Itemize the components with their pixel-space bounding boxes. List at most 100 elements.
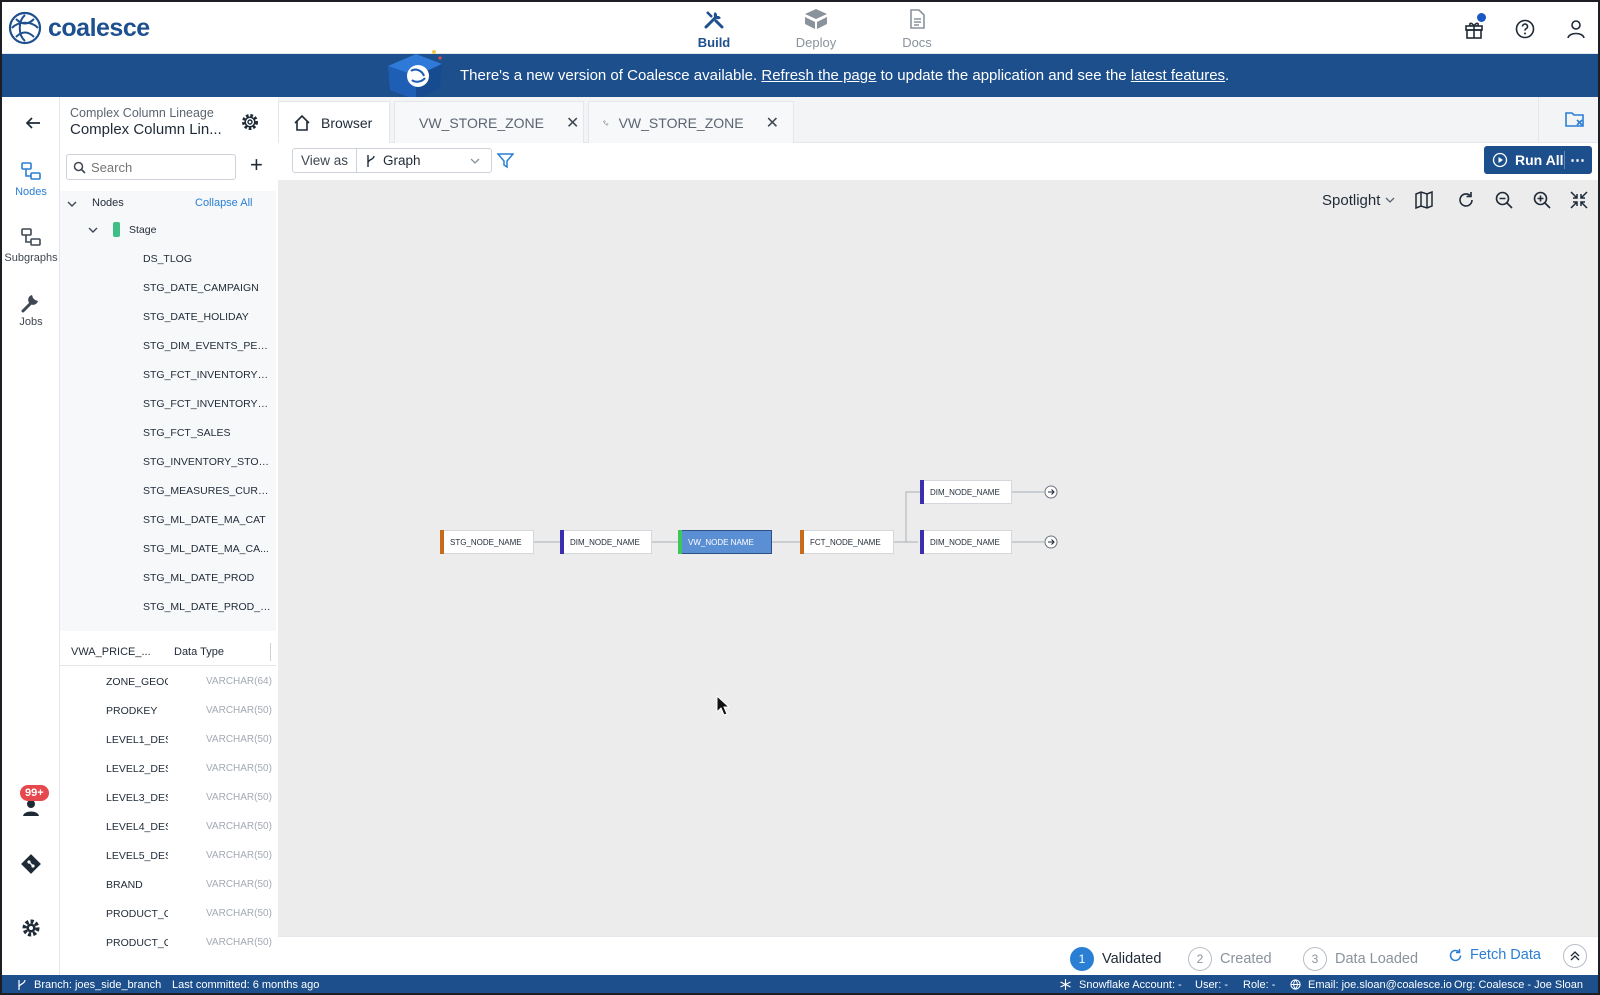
column-type: VARCHAR(64) (206, 676, 272, 687)
back-button[interactable] (24, 114, 42, 137)
column-row[interactable]: LEVEL1_DES VARCHAR(50) (60, 725, 276, 754)
rail-jobs[interactable]: Jobs (2, 291, 60, 328)
arrow-left-icon (25, 117, 40, 129)
map-icon (1415, 190, 1433, 210)
column-row[interactable]: LEVEL4_DES VARCHAR(50) (60, 812, 276, 841)
tree-node-item[interactable]: STG_ML_DATE_MA_CA... (60, 534, 276, 563)
fetch-data-label: Fetch Data (1470, 947, 1541, 963)
project-settings-button[interactable] (240, 112, 260, 137)
expand-downstream-button[interactable] (1044, 535, 1058, 554)
tree-node-item[interactable]: STG_DIM_EVENTS_PERI... (60, 331, 276, 360)
spotlight-dropdown[interactable]: Spotlight (1322, 192, 1395, 209)
graph-node-dim-bottom[interactable]: DIM_NODE_NAME (920, 530, 1012, 554)
coalesce-logo[interactable]: coalesce (8, 11, 150, 45)
columns-header-type[interactable]: Data Type (174, 646, 224, 658)
user-menu-button[interactable] (1563, 16, 1589, 42)
tree-node-item[interactable]: STG_FCT_SALES (60, 418, 276, 447)
chevron-down-icon (1385, 197, 1395, 203)
zoom-out-button[interactable] (1494, 190, 1514, 215)
rail-notifications[interactable]: 99+ (2, 785, 60, 822)
settings-gear-icon (22, 919, 40, 937)
nav-build[interactable]: Build (679, 8, 749, 50)
refresh-graph-button[interactable] (1456, 190, 1476, 215)
rail-nodes[interactable]: Nodes (2, 161, 60, 198)
fetch-data-button[interactable]: Fetch Data (1448, 947, 1541, 963)
tree-node-label: STG_INVENTORY_STOR... (143, 455, 271, 468)
run-all-more-button[interactable]: ⋯ (1570, 151, 1585, 169)
expand-panel-button[interactable] (1563, 944, 1587, 968)
column-row[interactable]: LEVEL3_DES VARCHAR(50) (60, 783, 276, 812)
view-mode-dropdown[interactable]: Graph (357, 153, 491, 168)
node-search[interactable] (66, 154, 236, 180)
tree-node-label: STG_FCT_INVENTORY_... (143, 368, 271, 381)
graph-node-dim-top[interactable]: DIM_NODE_NAME (920, 480, 1012, 504)
collapse-all-link[interactable]: Collapse All (195, 197, 252, 209)
rail-subgraphs[interactable]: Subgraphs (2, 227, 60, 264)
tree-node-item[interactable]: STG_ML_DATE_PROD_S... (60, 592, 276, 621)
tree-node-item[interactable]: DS_TLOG (60, 244, 276, 273)
fit-screen-button[interactable] (1569, 190, 1589, 215)
tree-node-item[interactable]: STG_INVENTORY_STOR... (60, 447, 276, 476)
close-folder-button[interactable] (1564, 110, 1586, 135)
tab-node-label: VW_STORE_ZONE (419, 114, 544, 131)
latest-features-link[interactable]: latest features (1131, 67, 1225, 84)
tree-node-item[interactable]: STG_MEASURES_CURR... (60, 476, 276, 505)
graph-node-vw-selected[interactable]: VW_NODE NAME (678, 530, 772, 554)
rail-settings[interactable] (2, 917, 60, 942)
columns-header-name[interactable]: VWA_PRICE_... (71, 646, 151, 658)
zoom-in-button[interactable] (1532, 190, 1552, 215)
column-row[interactable]: PRODKEY VARCHAR(50) (60, 696, 276, 725)
node-type-stripe (678, 530, 682, 554)
column-row[interactable]: BRAND VARCHAR(50) (60, 870, 276, 899)
tree-node-item[interactable]: STG_ML_DATE_PROD (60, 563, 276, 592)
column-row[interactable]: ZONE_GEOGI VARCHAR(64) (60, 667, 276, 696)
step-data-loaded-number: 3 (1303, 947, 1327, 971)
tree-node-item[interactable]: STG_ML_DATE_MA_CAT (60, 505, 276, 534)
graph-canvas[interactable]: STG_NODE_NAME DIM_NODE_NAME VW_NODE NAME… (278, 180, 1598, 936)
run-all-label: Run All (1515, 152, 1564, 168)
nav-deploy[interactable]: Deploy (781, 8, 851, 50)
graph-node-fct[interactable]: FCT_NODE_NAME (800, 530, 894, 554)
notification-dot (1477, 13, 1486, 22)
tab-vw-store-zone-node[interactable]: VW_STORE_ZONE ✕ (394, 101, 584, 143)
whats-new-button[interactable] (1461, 13, 1487, 42)
tree-node-item[interactable]: STG_FCT_INVENTORY_... (60, 389, 276, 418)
minimap-button[interactable] (1414, 190, 1434, 215)
tree-node-item[interactable]: STG_DATE_CAMPAIGN (60, 273, 276, 302)
tree-group-stage[interactable]: Stage (60, 215, 276, 244)
column-row[interactable]: PRODUCT_GI VARCHAR(50) (60, 899, 276, 928)
play-circle-icon (1492, 152, 1508, 168)
help-button[interactable] (1512, 16, 1538, 42)
graph-edges (534, 491, 1044, 543)
add-node-button[interactable]: + (250, 154, 263, 176)
step-data-loaded-label: Data Loaded (1335, 951, 1419, 967)
tab-vw-store-zone-lineage[interactable]: VW_STORE_ZONE ✕ (588, 101, 794, 143)
graph-node-stg[interactable]: STG_NODE_NAME (440, 530, 534, 554)
tree-node-item[interactable]: STG_DATE_HOLIDAY (60, 302, 276, 331)
filter-button[interactable] (496, 152, 515, 174)
run-all-button[interactable]: Run All ⋯ (1484, 146, 1592, 174)
footer-branch[interactable]: Branch: joes_side_branch (34, 979, 161, 991)
expand-downstream-button[interactable] (1044, 485, 1058, 504)
tree-node-label: DS_TLOG (143, 252, 193, 265)
view-as-select[interactable]: View as Graph (292, 148, 493, 173)
node-type-stripe (920, 530, 924, 554)
zoom-in-icon (1533, 191, 1551, 209)
nav-docs[interactable]: Docs (882, 8, 952, 50)
arrow-right-circle-icon (1044, 535, 1058, 549)
column-row[interactable]: PRODUCT_GI VARCHAR(50) (60, 928, 276, 957)
home-icon (294, 114, 310, 131)
close-icon[interactable]: ✕ (566, 113, 579, 133)
column-row[interactable]: LEVEL2_DES VARCHAR(50) (60, 754, 276, 783)
tree-node-label: STG_FCT_SALES (143, 426, 231, 439)
tab-browser[interactable]: Browser (278, 101, 390, 143)
graph-node-dim[interactable]: DIM_NODE_NAME (560, 530, 652, 554)
refresh-link[interactable]: Refresh the page (761, 67, 876, 84)
tree-node-item[interactable]: STG_FCT_INVENTORY_... (60, 360, 276, 389)
rail-git[interactable] (2, 853, 60, 878)
close-icon[interactable]: ✕ (766, 113, 779, 133)
tree-node-label: STG_FCT_INVENTORY_... (143, 397, 271, 410)
column-row[interactable]: LEVEL5_DES VARCHAR(50) (60, 841, 276, 870)
chevron-down-icon[interactable] (67, 199, 77, 209)
search-input[interactable] (91, 159, 221, 175)
